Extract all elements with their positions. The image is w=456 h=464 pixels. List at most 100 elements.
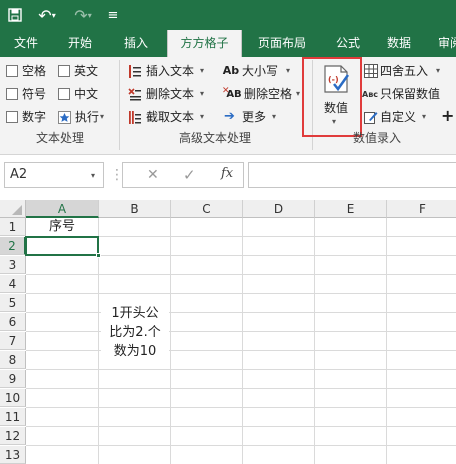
more-label: 更多: [242, 110, 267, 124]
gridline: [26, 388, 456, 389]
column-header-c[interactable]: C: [171, 200, 243, 218]
delete-space-button[interactable]: ✕ AB 删除空格 ▾: [222, 86, 306, 104]
more-dropdown-icon: ▾: [272, 112, 277, 121]
value-entry-icon: (-): [324, 65, 350, 93]
gridline: [26, 331, 456, 332]
fill-handle[interactable]: [96, 253, 101, 258]
gridline: [26, 426, 456, 427]
annotation-line-2: 比为2.个: [109, 325, 161, 340]
checkbox-number-label: 数字: [22, 110, 47, 124]
cell-a2-selected[interactable]: [25, 236, 99, 256]
insert-text-label: 插入文本: [146, 64, 195, 78]
save-icon[interactable]: [4, 4, 26, 26]
redo-button[interactable]: ↷ ▾: [68, 4, 98, 26]
row-header-4[interactable]: 4: [0, 275, 26, 293]
column-header-e[interactable]: E: [315, 200, 387, 218]
case-label: 大小写: [242, 64, 279, 78]
tab-formulas[interactable]: 公式: [324, 30, 372, 57]
row-header-12[interactable]: 12: [0, 427, 26, 445]
add-icon[interactable]: +: [441, 107, 454, 125]
tab-home[interactable]: 开始: [56, 30, 104, 57]
row-header-8[interactable]: 8: [0, 351, 26, 369]
tab-file[interactable]: 文件: [2, 30, 50, 57]
column-header-a[interactable]: A: [26, 200, 99, 218]
insert-function-icon[interactable]: fx: [221, 166, 233, 181]
tab-page-layout[interactable]: 页面布局: [248, 30, 316, 57]
tab-insert[interactable]: 插入: [112, 30, 160, 57]
annotation-line-3: 数为10: [113, 344, 157, 359]
custom-label: 自定义: [380, 110, 417, 124]
checkbox-english[interactable]: [58, 65, 70, 77]
row-header-3[interactable]: 3: [0, 256, 26, 274]
extract-text-button[interactable]: 截取文本 ▾: [128, 109, 210, 127]
extract-text-label: 截取文本: [146, 110, 195, 124]
keep-values-label: 只保留数值: [380, 87, 441, 101]
column-header-f[interactable]: F: [387, 200, 456, 218]
value-dropdown-icon: ▾: [332, 117, 337, 126]
checkbox-space-label: 空格: [22, 64, 47, 78]
undo-caret: ▾: [51, 10, 56, 20]
customize-qat-icon[interactable]: ≡: [104, 4, 122, 26]
value-button[interactable]: (-) 数值 ▾: [315, 62, 357, 126]
excel-window: ↶ ▾ ↷ ▾ ≡ 文件 开始 插入 方方格子 页面布局 公式 数据 审阅 空格…: [0, 0, 456, 464]
tab-fangfang-gezi[interactable]: 方方格子: [167, 30, 242, 57]
delete-space-icon: AB: [226, 89, 242, 100]
round-dropdown-icon: ▾: [436, 66, 441, 75]
row-header-5[interactable]: 5: [0, 294, 26, 312]
group-label-numeric-entry: 数值录入: [353, 131, 402, 145]
undo-icon: ↶: [38, 5, 52, 25]
grid-icon: [364, 64, 378, 78]
more-button[interactable]: ➔ 更多 ▾: [222, 109, 284, 127]
checkbox-symbol-label: 符号: [22, 87, 47, 101]
exec-dropdown-icon: ▾: [100, 112, 105, 121]
row-header-2[interactable]: 2: [0, 237, 26, 255]
checkbox-chinese[interactable]: [58, 88, 70, 100]
formula-bar: A2 ▾ ⋮ ✕ ✓ fx: [0, 155, 456, 197]
row-header-1[interactable]: 1: [0, 218, 26, 236]
delete-text-dropdown-icon: ▾: [200, 89, 205, 98]
confirm-entry-icon[interactable]: ✓: [183, 166, 196, 184]
delete-text-button[interactable]: 删除文本 ▾: [128, 86, 210, 104]
delete-text-icon: [128, 88, 141, 101]
row-header-10[interactable]: 10: [0, 389, 26, 407]
custom-edit-icon: [364, 112, 378, 124]
row-header-9[interactable]: 9: [0, 370, 26, 388]
checkbox-space[interactable]: [6, 65, 18, 77]
keep-values-icon: Aвс: [362, 90, 378, 99]
insert-text-dropdown-icon: ▾: [200, 66, 205, 75]
undo-button[interactable]: ↶ ▾: [32, 4, 62, 26]
checkbox-chinese-label: 中文: [74, 87, 99, 101]
checkbox-symbol[interactable]: [6, 88, 18, 100]
annotation-box: 1开头公 比为2.个 数为10: [101, 304, 169, 362]
gridline: [26, 407, 456, 408]
tab-review[interactable]: 审阅: [428, 30, 456, 57]
round-label: 四舍五入: [380, 64, 429, 78]
checkbox-number[interactable]: [6, 111, 18, 123]
keep-values-button[interactable]: Aвс 只保留数值: [362, 86, 456, 104]
row-header-7[interactable]: 7: [0, 332, 26, 350]
extract-text-icon: [129, 111, 141, 124]
name-box[interactable]: A2 ▾: [4, 162, 104, 188]
column-header-b[interactable]: B: [99, 200, 171, 218]
select-all-corner[interactable]: [0, 200, 26, 218]
insert-text-button[interactable]: 插入文本 ▾: [128, 63, 210, 81]
delete-space-dropdown-icon: ▾: [296, 89, 301, 98]
gridline: [26, 369, 456, 370]
formula-input[interactable]: [248, 162, 456, 188]
row-header-6[interactable]: 6: [0, 313, 26, 331]
row-header-13[interactable]: 13: [0, 446, 26, 464]
group-label-text-processing: 文本处理: [36, 131, 85, 145]
name-box-dropdown-icon[interactable]: ▾: [91, 171, 95, 180]
exec-button[interactable]: 执行 ▾: [58, 109, 108, 127]
case-button[interactable]: Ab 大小写 ▾: [222, 63, 306, 81]
cancel-entry-icon[interactable]: ✕: [147, 167, 159, 183]
custom-button[interactable]: 自定义 ▾: [364, 109, 434, 127]
worksheet-grid: A B C D E F 1 2 3 4 5 6 7 8 9 10 11 12 1…: [0, 197, 456, 464]
round-button[interactable]: 四舍五入 ▾: [364, 63, 448, 81]
gridline: [26, 445, 456, 446]
row-header-11[interactable]: 11: [0, 408, 26, 426]
cell-a1[interactable]: 序号: [26, 218, 98, 236]
column-header-d[interactable]: D: [243, 200, 315, 218]
tab-data[interactable]: 数据: [375, 30, 423, 57]
gridline: [26, 274, 456, 275]
